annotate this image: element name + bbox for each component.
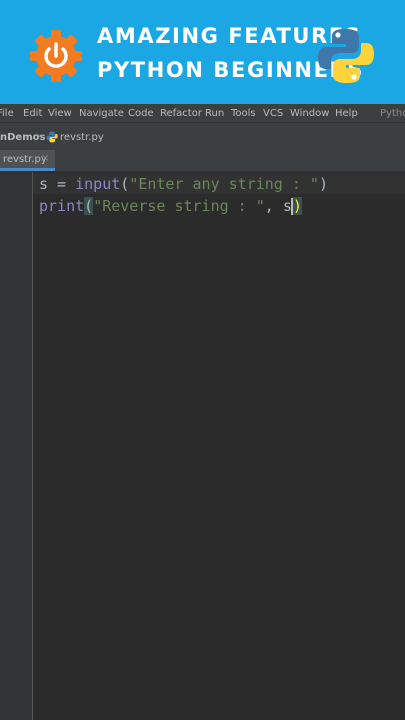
code-token: s =	[39, 175, 76, 193]
menu-file[interactable]: File	[0, 108, 14, 119]
promo-banner: AMAZING FEATURES PYTHON BEGINNERS	[0, 0, 405, 110]
project-title: Python	[380, 108, 405, 119]
code-token-string: "Enter any string : "	[129, 175, 319, 193]
menu-code[interactable]: Code	[128, 108, 154, 119]
code-token-paren-matched: )	[292, 197, 302, 215]
menu-tools[interactable]: Tools	[231, 108, 256, 119]
code-token-paren-matched: (	[84, 197, 94, 215]
python-logo-icon	[315, 25, 377, 87]
code-token-string: "Reverse string : "	[93, 197, 265, 215]
menu-view[interactable]: View	[48, 108, 72, 119]
code-token-builtin: input	[75, 175, 121, 193]
python-file-icon	[46, 131, 58, 143]
code-token: , s	[264, 197, 292, 215]
menu-window[interactable]: Window	[290, 108, 329, 119]
code-line: s = input("Enter any string : ")	[39, 173, 328, 195]
menu-navigate[interactable]: Navigate	[79, 108, 124, 119]
menu-bar: File Edit View Navigate Code Refactor Ru…	[0, 104, 405, 122]
power-gear-icon	[27, 27, 85, 85]
banner-title-line1: AMAZING FEATURES	[97, 24, 362, 48]
code-token-paren: )	[318, 175, 328, 193]
tab-revstr[interactable]: revstr.py ×	[0, 150, 55, 171]
code-token-builtin: print	[39, 197, 85, 215]
navigation-bar: nDemos › revstr.py	[0, 122, 405, 151]
editor-tab-bar: revstr.py ×	[0, 150, 405, 172]
menu-help[interactable]: Help	[335, 108, 358, 119]
breadcrumb-separator: ›	[37, 131, 41, 142]
menu-refactor[interactable]: Refactor	[160, 108, 202, 119]
menu-vcs[interactable]: VCS	[263, 108, 283, 119]
line-number-gutter	[0, 172, 33, 720]
banner-title-line2: PYTHON BEGINNERS	[97, 58, 365, 82]
breadcrumb-file[interactable]: revstr.py	[60, 132, 104, 143]
menu-run[interactable]: Run	[205, 108, 224, 119]
close-icon[interactable]: ×	[41, 153, 49, 164]
code-editor[interactable]: s = input("Enter any string : ") print("…	[33, 172, 405, 720]
code-line: print("Reverse string : ", s)	[39, 195, 302, 217]
code-token-paren: (	[120, 175, 130, 193]
menu-edit[interactable]: Edit	[23, 108, 42, 119]
